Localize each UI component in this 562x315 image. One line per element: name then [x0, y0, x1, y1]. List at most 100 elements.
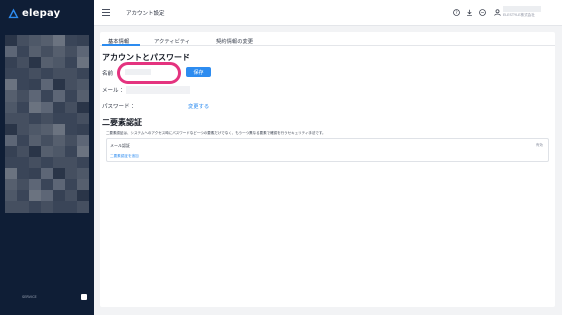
mosaic-cell	[65, 57, 77, 69]
save-button[interactable]: 保存	[186, 67, 211, 77]
mosaic-cell	[41, 79, 53, 91]
mosaic-cell	[77, 179, 89, 191]
mosaic-cell	[5, 157, 17, 169]
mosaic-cell	[29, 201, 41, 213]
mosaic-cell	[5, 179, 17, 191]
mosaic-cell	[29, 123, 41, 135]
mosaic-cell	[77, 46, 89, 58]
toggle-icon[interactable]	[80, 294, 87, 300]
change-password-link[interactable]: 変更する	[188, 102, 209, 110]
mosaic-cell	[65, 201, 77, 213]
mosaic-cell	[5, 190, 17, 202]
name-label: 名前	[102, 71, 114, 77]
user-menu[interactable]: ELESTYLE株式会社	[494, 6, 541, 18]
mosaic-cell	[29, 168, 41, 180]
mosaic-cell	[41, 134, 53, 146]
header-icons: ?	[452, 8, 491, 16]
account-list-item[interactable]	[5, 190, 89, 202]
mosaic-cell	[77, 57, 89, 69]
mosaic-cell	[53, 46, 65, 58]
mosaic-cell	[17, 201, 29, 213]
mosaic-cell	[17, 145, 29, 158]
tab-activity[interactable]: アクティビティ	[154, 37, 190, 45]
mosaic-cell	[53, 145, 65, 158]
mosaic-cell	[41, 101, 53, 113]
mosaic-cell	[53, 90, 65, 102]
mosaic-cell	[41, 123, 53, 135]
top-header: アカウント設定 ? ELESTYLE株式会社	[94, 0, 562, 26]
company-name: ELESTYLE株式会社	[503, 13, 535, 17]
account-list-item[interactable]	[5, 57, 89, 69]
mosaic-cell	[5, 145, 17, 158]
download-icon[interactable]	[465, 8, 473, 16]
account-list-item[interactable]	[5, 68, 89, 80]
account-list-item[interactable]	[5, 201, 89, 213]
add-two-factor-link[interactable]: 二要素認証を追加	[110, 154, 139, 159]
account-list[interactable]	[5, 35, 89, 213]
account-list-item[interactable]	[5, 134, 89, 146]
account-list-item[interactable]	[5, 145, 89, 158]
mosaic-cell	[53, 79, 65, 91]
mosaic-cell	[53, 201, 65, 213]
tab-contract-change[interactable]: 契約情報の変更	[216, 37, 253, 45]
mosaic-cell	[5, 134, 17, 146]
mosaic-cell	[17, 79, 29, 91]
elepay-logo-icon	[8, 7, 19, 18]
mosaic-cell	[65, 190, 77, 202]
account-list-item[interactable]	[5, 168, 89, 180]
account-list-item[interactable]	[5, 90, 89, 102]
two-factor-box: メール認証 有効 二要素認証を追加	[106, 138, 549, 162]
mosaic-cell	[29, 57, 41, 69]
email-auth-status: 有効	[535, 143, 543, 147]
mosaic-cell	[41, 145, 53, 158]
mosaic-cell	[53, 35, 65, 47]
hamburger-icon[interactable]	[102, 9, 110, 16]
mosaic-cell	[5, 101, 17, 113]
mosaic-cell	[77, 134, 89, 146]
mosaic-cell	[65, 123, 77, 135]
mosaic-cell	[5, 201, 17, 213]
mosaic-cell	[41, 57, 53, 69]
account-list-item[interactable]	[5, 101, 89, 113]
email-label: メール ：	[102, 88, 126, 94]
mosaic-cell	[17, 123, 29, 135]
mosaic-cell	[5, 57, 17, 69]
mosaic-cell	[17, 101, 29, 113]
user-name	[503, 6, 541, 12]
mosaic-cell	[77, 157, 89, 169]
mosaic-cell	[41, 90, 53, 102]
mosaic-cell	[41, 46, 53, 58]
mosaic-cell	[65, 101, 77, 113]
footer-label: SERVICE	[22, 295, 37, 299]
mosaic-cell	[17, 35, 29, 47]
mosaic-cell	[65, 35, 77, 47]
mosaic-cell	[53, 168, 65, 180]
mosaic-cell	[65, 46, 77, 58]
mosaic-cell	[41, 190, 53, 202]
mosaic-cell	[29, 112, 41, 124]
account-list-item[interactable]	[5, 123, 89, 135]
mosaic-cell	[5, 90, 17, 102]
mosaic-cell	[29, 35, 41, 47]
mosaic-cell	[17, 168, 29, 180]
mosaic-cell	[29, 101, 41, 113]
logo[interactable]: elepay	[8, 6, 60, 20]
account-list-item[interactable]	[5, 79, 89, 91]
active-tab-indicator	[102, 44, 140, 46]
mosaic-cell	[29, 90, 41, 102]
mosaic-cell	[29, 134, 41, 146]
account-list-item[interactable]	[5, 46, 89, 58]
tab-bar: 基本情報 アクティビティ 契約情報の変更	[100, 32, 555, 46]
account-list-item[interactable]	[5, 35, 89, 47]
highlight-annotation	[117, 62, 181, 84]
mosaic-cell	[65, 145, 77, 158]
email-auth-label: メール認証	[110, 143, 130, 148]
mosaic-cell	[41, 35, 53, 47]
account-list-item[interactable]	[5, 157, 89, 169]
mosaic-cell	[53, 179, 65, 191]
help-icon[interactable]: ?	[452, 8, 460, 16]
mosaic-cell	[5, 68, 17, 80]
account-list-item[interactable]	[5, 112, 89, 124]
account-list-item[interactable]	[5, 179, 89, 191]
chat-icon[interactable]	[478, 8, 486, 16]
